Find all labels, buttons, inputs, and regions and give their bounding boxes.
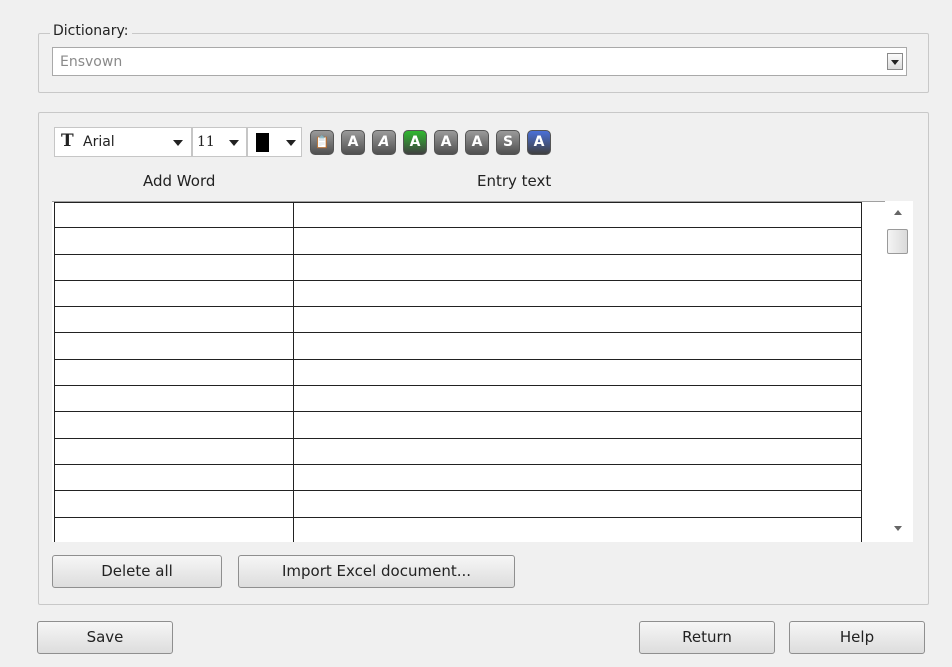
table-row[interactable] [55,412,862,439]
entry-text-cell[interactable] [294,203,862,228]
table-row[interactable] [55,307,862,334]
entry-text-cell[interactable] [294,333,862,359]
table-row[interactable] [55,517,862,542]
add-word-cell[interactable] [55,517,294,542]
entry-text-cell[interactable] [294,464,862,491]
font-family-value: Arial [83,134,115,150]
add-word-cell[interactable] [55,386,294,412]
add-word-cell[interactable] [55,254,294,280]
italic-icon[interactable]: A [372,130,396,155]
chevron-down-icon[interactable] [887,53,903,70]
table-row[interactable] [55,202,862,229]
delete-all-button[interactable]: Delete all [52,555,222,588]
add-word-cell[interactable] [55,464,294,491]
subscript-icon[interactable]: A [465,130,489,155]
scroll-down-icon[interactable] [894,526,902,531]
add-word-cell[interactable] [55,333,294,359]
table-row[interactable] [55,386,862,413]
font-icon: T [61,131,74,151]
entry-text-cell[interactable] [294,307,862,333]
text-color-select[interactable] [247,127,302,157]
underline-icon[interactable]: A [403,130,427,155]
chevron-down-icon [286,140,296,146]
entry-text-cell[interactable] [294,386,862,412]
dictionary-selected-value: Ensvown [60,54,123,70]
table-row[interactable] [55,438,862,465]
font-size-value: 11 [197,134,215,150]
superscript-icon[interactable]: A [434,130,458,155]
dictionary-select[interactable]: Ensvown [52,47,907,76]
save-button[interactable]: Save [37,621,173,654]
entry-text-cell[interactable] [294,517,862,542]
entries-table [52,201,913,542]
strikethrough-icon[interactable]: S [496,130,520,155]
column-header-entry-text: Entry text [477,172,552,190]
help-button[interactable]: Help [789,621,925,654]
dictionary-label: Dictionary: [50,23,132,39]
scroll-up-icon[interactable] [894,210,902,215]
table-row[interactable] [55,254,862,281]
table-body [54,202,862,542]
add-word-cell[interactable] [55,412,294,438]
entry-text-cell[interactable] [294,254,862,280]
entry-text-cell[interactable] [294,438,862,464]
chevron-down-icon [173,140,183,146]
add-word-cell[interactable] [55,359,294,386]
text-color-swatch [256,133,269,152]
bold-icon[interactable]: A [341,130,365,155]
add-word-cell[interactable] [55,491,294,517]
table-row[interactable] [55,333,862,360]
font-family-select[interactable]: T Arial [54,127,192,157]
table-row[interactable] [55,491,862,518]
table-row[interactable] [55,464,862,492]
table-row[interactable] [55,228,862,255]
entry-text-cell[interactable] [294,228,862,254]
highlight-icon[interactable]: A [527,130,551,155]
column-header-add-word: Add Word [143,172,216,190]
add-word-cell[interactable] [55,203,294,228]
table-row[interactable] [55,359,862,387]
font-size-select[interactable]: 11 [192,127,247,157]
table-row[interactable] [55,280,862,308]
entry-text-cell[interactable] [294,412,862,438]
import-excel-button[interactable]: Import Excel document... [238,555,515,588]
entry-text-cell[interactable] [294,491,862,517]
chevron-down-icon [229,140,239,146]
paste-icon[interactable]: 📋 [310,130,334,155]
add-word-cell[interactable] [55,438,294,464]
entry-text-cell[interactable] [294,359,862,386]
vertical-scrollbar[interactable] [885,201,913,541]
add-word-cell[interactable] [55,307,294,333]
return-button[interactable]: Return [639,621,775,654]
scroll-thumb[interactable] [887,229,908,254]
add-word-cell[interactable] [55,280,294,307]
entry-text-cell[interactable] [294,280,862,307]
add-word-cell[interactable] [55,228,294,254]
